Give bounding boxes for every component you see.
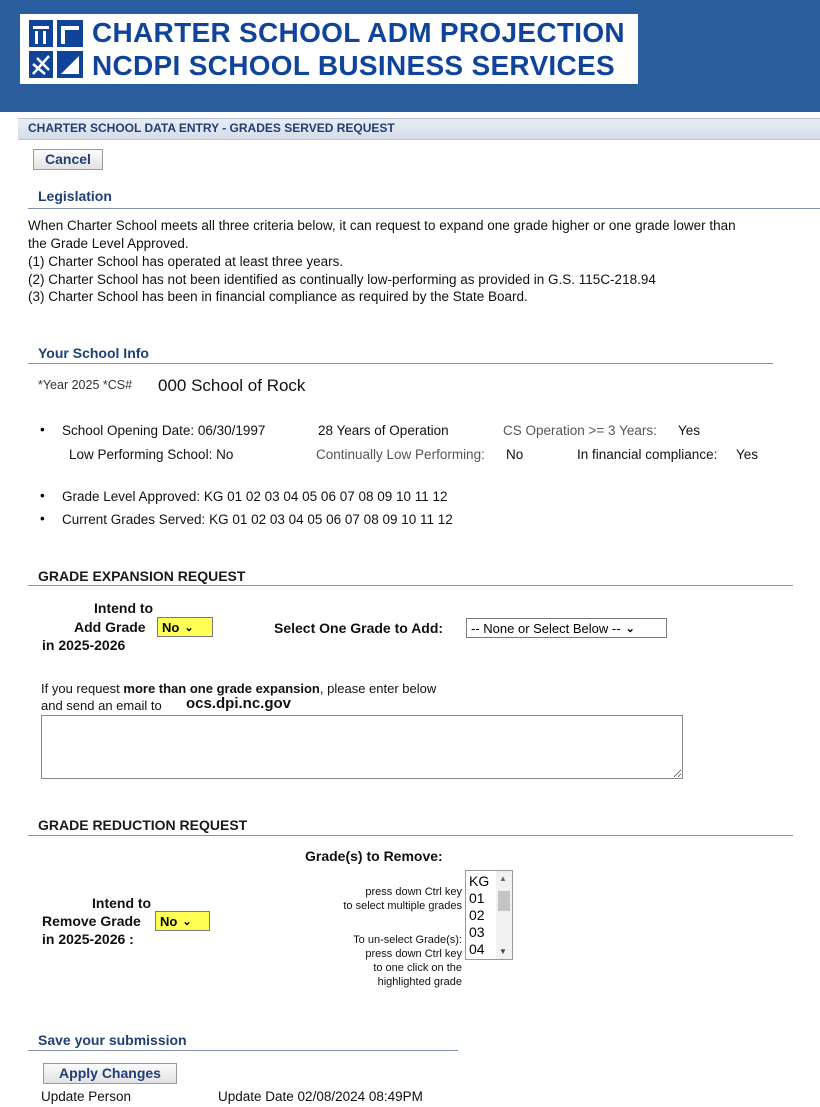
- grade-option[interactable]: 01: [469, 890, 485, 906]
- expansion-note-line1: If you request more than one grade expan…: [41, 681, 436, 696]
- expansion-heading: GRADE EXPANSION REQUEST: [38, 568, 246, 584]
- cs-operation-label: CS Operation >= 3 Years:: [503, 423, 657, 438]
- reduction-divider: [28, 835, 793, 836]
- year-cs-label: *Year 2025 *CS#: [38, 378, 133, 392]
- intend-remove-grade-value: No: [160, 913, 178, 929]
- hint-line: to select multiple grades: [343, 900, 462, 912]
- bullet-icon: •: [40, 422, 45, 437]
- hint-line: press down Ctrl key: [365, 886, 462, 898]
- legislation-divider: [28, 208, 820, 209]
- legislation-heading: Legislation: [38, 188, 112, 204]
- intend-remove-grade-select[interactable]: No ⌄: [155, 911, 210, 931]
- expansion-note-prefix: If you request: [41, 681, 124, 696]
- grades-to-remove-label: Grade(s) to Remove:: [305, 848, 443, 864]
- legislation-criterion-1: (1) Charter School has operated at least…: [28, 254, 344, 269]
- grade-option[interactable]: 04: [469, 941, 485, 957]
- unselect-hint: To un-select Grade(s): press down Ctrl k…: [292, 933, 462, 989]
- legislation-criterion-2: (2) Charter School has not been identifi…: [28, 272, 656, 287]
- school-name: 000 School of Rock: [158, 376, 306, 395]
- hint-line: To un-select Grade(s):: [353, 934, 462, 946]
- financial-compliance-value: Yes: [736, 447, 759, 462]
- bullet-icon: •: [40, 488, 45, 503]
- intend-add-grade-select[interactable]: No ⌄: [157, 617, 213, 637]
- financial-compliance-label: In financial compliance:: [577, 447, 718, 462]
- save-divider: [28, 1050, 458, 1051]
- legislation-criterion-3: (3) Charter School has been in financial…: [28, 289, 528, 304]
- chevron-down-icon: ⌄: [184, 621, 194, 634]
- scroll-down-icon[interactable]: ▼: [499, 947, 507, 956]
- grade-option[interactable]: KG: [469, 873, 489, 889]
- cancel-button[interactable]: Cancel: [33, 149, 103, 170]
- legislation-text-line1: When Charter School meets all three crit…: [28, 218, 736, 233]
- school-info-heading: Your School Info: [38, 345, 149, 361]
- current-grades-served: Current Grades Served: KG 01 02 03 04 05…: [62, 512, 453, 527]
- expansion-note-line2: and send an email to: [41, 698, 162, 713]
- intend-remove-line2: Remove Grade: [42, 913, 141, 929]
- expansion-comments-textarea[interactable]: [41, 715, 683, 779]
- hint-line: highlighted grade: [377, 976, 462, 988]
- bullet-icon: •: [40, 511, 45, 526]
- intend-remove-line3: in 2025-2026 :: [42, 931, 134, 947]
- scroll-thumb[interactable]: [498, 891, 510, 911]
- expansion-note-bold: more than one grade expansion: [123, 681, 320, 696]
- school-info-divider: [28, 363, 773, 364]
- save-heading: Save your submission: [38, 1032, 187, 1048]
- opening-date: School Opening Date: 06/30/1997: [62, 423, 266, 438]
- legislation-text-line2: the Grade Level Approved.: [28, 236, 189, 251]
- apply-changes-button[interactable]: Apply Changes: [43, 1063, 177, 1084]
- low-performing: Low Performing School: No: [69, 447, 234, 462]
- scroll-up-icon[interactable]: ▲: [499, 874, 507, 883]
- years-of-operation: 28 Years of Operation: [318, 423, 449, 438]
- grade-option[interactable]: 02: [469, 907, 485, 923]
- grade-to-add-value: -- None or Select Below --: [471, 620, 621, 636]
- banner-title-line2: NCDPI SCHOOL BUSINESS SERVICES: [92, 50, 615, 81]
- ncdpi-logo-icon: [29, 20, 83, 78]
- reduction-heading: GRADE REDUCTION REQUEST: [38, 817, 248, 833]
- intend-add-line3: in 2025-2026: [42, 637, 126, 653]
- continually-low-value: No: [506, 447, 524, 462]
- intend-add-grade-value: No: [162, 619, 180, 635]
- grades-to-remove-listbox[interactable]: KG 01 02 03 04 ▲ ▼: [465, 870, 513, 960]
- intend-add-line2: Add Grade: [74, 619, 146, 635]
- email-address: ocs.dpi.nc.gov: [186, 695, 292, 712]
- listbox-scrollbar[interactable]: ▲ ▼: [496, 871, 512, 959]
- update-person-label: Update Person: [41, 1089, 132, 1104]
- page-title: CHARTER SCHOOL DATA ENTRY - GRADES SERVE…: [28, 121, 395, 135]
- grade-level-approved: Grade Level Approved: KG 01 02 03 04 05 …: [62, 489, 448, 504]
- continually-low-label: Continually Low Performing:: [316, 447, 485, 462]
- grade-option[interactable]: 03: [469, 924, 485, 940]
- select-multiple-hint: press down Ctrl key to select multiple g…: [292, 885, 462, 913]
- chevron-down-icon: ⌄: [625, 622, 635, 635]
- intend-remove-line1: Intend to: [92, 895, 152, 911]
- expansion-divider: [28, 585, 793, 586]
- select-grade-label: Select One Grade to Add:: [274, 620, 444, 636]
- hint-line: press down Ctrl key: [365, 948, 462, 960]
- intend-add-line1: Intend to: [94, 600, 154, 616]
- grade-to-add-select[interactable]: -- None or Select Below -- ⌄: [466, 618, 667, 638]
- hint-line: to one click on the: [373, 962, 462, 974]
- expansion-note-suffix: , please enter below: [319, 681, 437, 696]
- update-date: Update Date 02/08/2024 08:49PM: [218, 1089, 423, 1104]
- cs-operation-value: Yes: [678, 423, 701, 438]
- banner-title-line1: CHARTER SCHOOL ADM PROJECTION: [92, 17, 625, 48]
- chevron-down-icon: ⌄: [182, 915, 192, 928]
